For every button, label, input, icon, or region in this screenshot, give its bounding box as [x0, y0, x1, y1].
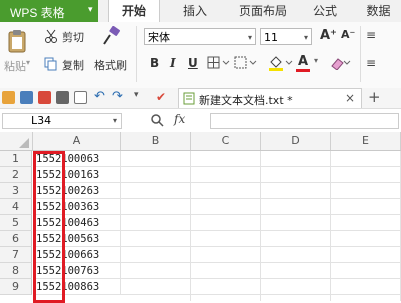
ribbon-separator [136, 26, 137, 82]
bold-button[interactable]: B [150, 56, 159, 70]
merge-cells-button[interactable] [234, 56, 258, 73]
paintbrush-icon [103, 25, 120, 45]
clipboard-icon [8, 30, 26, 53]
select-all-corner[interactable] [0, 132, 33, 150]
column-header-c[interactable]: C [191, 132, 261, 150]
undo-icon[interactable]: ↶ [94, 89, 105, 104]
export-pdf-icon[interactable] [38, 91, 51, 104]
format-painter-button[interactable] [100, 25, 122, 46]
column-header-e[interactable]: E [331, 132, 401, 150]
copy-label: 复制 [62, 59, 84, 72]
tab-formulas[interactable]: 公式 [302, 0, 348, 22]
print-preview-icon[interactable] [74, 91, 87, 104]
align-top-icon[interactable]: ≡ [366, 28, 376, 42]
paint-bucket-icon [269, 56, 293, 71]
scissors-icon [45, 29, 57, 43]
ribbon: 粘贴 ▾ 剪切 复制 格式刷 宋体 ▾ 11 ▾ A⁺ A⁻ ≡ B I U A… [0, 22, 401, 89]
print-icon[interactable] [56, 91, 69, 104]
row-header[interactable]: 7 [0, 247, 32, 263]
open-folder-icon[interactable] [2, 91, 15, 104]
chevron-down-icon: ▾ [314, 56, 319, 65]
column-header-a[interactable]: A [33, 132, 121, 150]
zoom-search-icon[interactable] [150, 113, 164, 130]
row-header[interactable]: 1 [0, 151, 32, 167]
chevron-down-icon: ▾ [88, 4, 93, 14]
formula-input[interactable] [210, 113, 399, 129]
corner-triangle-icon [19, 138, 29, 148]
format-painter-label: 格式刷 [94, 59, 127, 72]
merge-cells-icon [234, 56, 257, 69]
border-grid-icon [207, 56, 230, 69]
row-header[interactable]: 6 [0, 231, 32, 247]
row-header[interactable]: 9 [0, 279, 32, 295]
cell-reference: L34 [31, 114, 52, 127]
align-left-icon[interactable]: ≡ [366, 56, 376, 70]
decrease-font-size-button[interactable]: A⁻ [341, 28, 355, 41]
wps-app-menu-button[interactable]: WPS 表格 ▾ [0, 0, 98, 22]
tab-home[interactable]: 开始 [108, 0, 160, 22]
chevron-down-icon: ▾ [26, 58, 31, 67]
paste-button[interactable] [6, 28, 28, 54]
tab-insert[interactable]: 插入 [172, 0, 218, 22]
chevron-down-icon: ▾ [247, 33, 252, 42]
new-tab-button[interactable]: + [368, 88, 381, 106]
italic-button[interactable]: I [170, 56, 176, 70]
checkmark-icon: ✔ [156, 90, 167, 104]
column-header-d[interactable]: D [261, 132, 331, 150]
document-tab[interactable]: 新建文本文档.txt * × [178, 88, 362, 108]
name-box[interactable]: L34 ▾ [2, 113, 122, 129]
document-tab-title: 新建文本文档.txt * [199, 94, 293, 107]
empty-cells-area[interactable] [121, 151, 401, 301]
row-header[interactable]: 3 [0, 183, 32, 199]
tab-data[interactable]: 数据 [356, 0, 401, 22]
paste-label: 粘贴 [4, 60, 26, 73]
font-size-value: 11 [264, 31, 278, 44]
font-color-swatch [296, 69, 310, 72]
fill-color-button[interactable] [268, 54, 294, 75]
increase-font-size-button[interactable]: A⁺ [320, 28, 337, 43]
row-header[interactable]: 8 [0, 263, 32, 279]
red-highlight-box [33, 151, 65, 303]
chevron-down-icon: ▾ [303, 33, 308, 42]
text-file-icon [183, 92, 195, 105]
magnifier-icon [151, 114, 164, 127]
formula-bar: L34 ▾ fx [0, 110, 401, 133]
font-size-select[interactable]: 11 ▾ [260, 28, 312, 45]
save-icon[interactable] [20, 91, 33, 104]
chevron-down-icon: ▾ [112, 116, 117, 125]
cut-label: 剪切 [62, 31, 84, 44]
font-name-value: 宋体 [148, 31, 170, 44]
close-tab-icon[interactable]: × [345, 91, 355, 105]
font-color-glyph: A [298, 54, 309, 69]
clear-format-button[interactable] [330, 56, 352, 73]
row-header[interactable]: 5 [0, 215, 32, 231]
insert-function-button[interactable]: fx [174, 112, 185, 126]
redo-icon[interactable]: ↷ [112, 89, 123, 104]
copy-icon [44, 57, 57, 71]
ribbon-separator [360, 26, 361, 82]
title-bar: WPS 表格 ▾ 开始 插入 页面布局 公式 数据 [0, 0, 401, 22]
row-header[interactable]: 2 [0, 167, 32, 183]
copy-button[interactable]: 复制 [44, 56, 92, 72]
app-title: WPS 表格 [10, 6, 65, 20]
row-header[interactable]: 4 [0, 199, 32, 215]
column-header-bar: A B C D E [0, 132, 401, 151]
borders-button[interactable] [207, 56, 231, 73]
font-name-select[interactable]: 宋体 ▾ [144, 28, 256, 45]
column-header-b[interactable]: B [121, 132, 191, 150]
underline-button[interactable]: U [188, 56, 198, 70]
tab-page-layout[interactable]: 页面布局 [228, 0, 298, 22]
eraser-icon [331, 58, 351, 71]
cut-button[interactable]: 剪切 [44, 28, 94, 44]
customize-toolbar-icon[interactable]: ▾ [134, 90, 139, 100]
